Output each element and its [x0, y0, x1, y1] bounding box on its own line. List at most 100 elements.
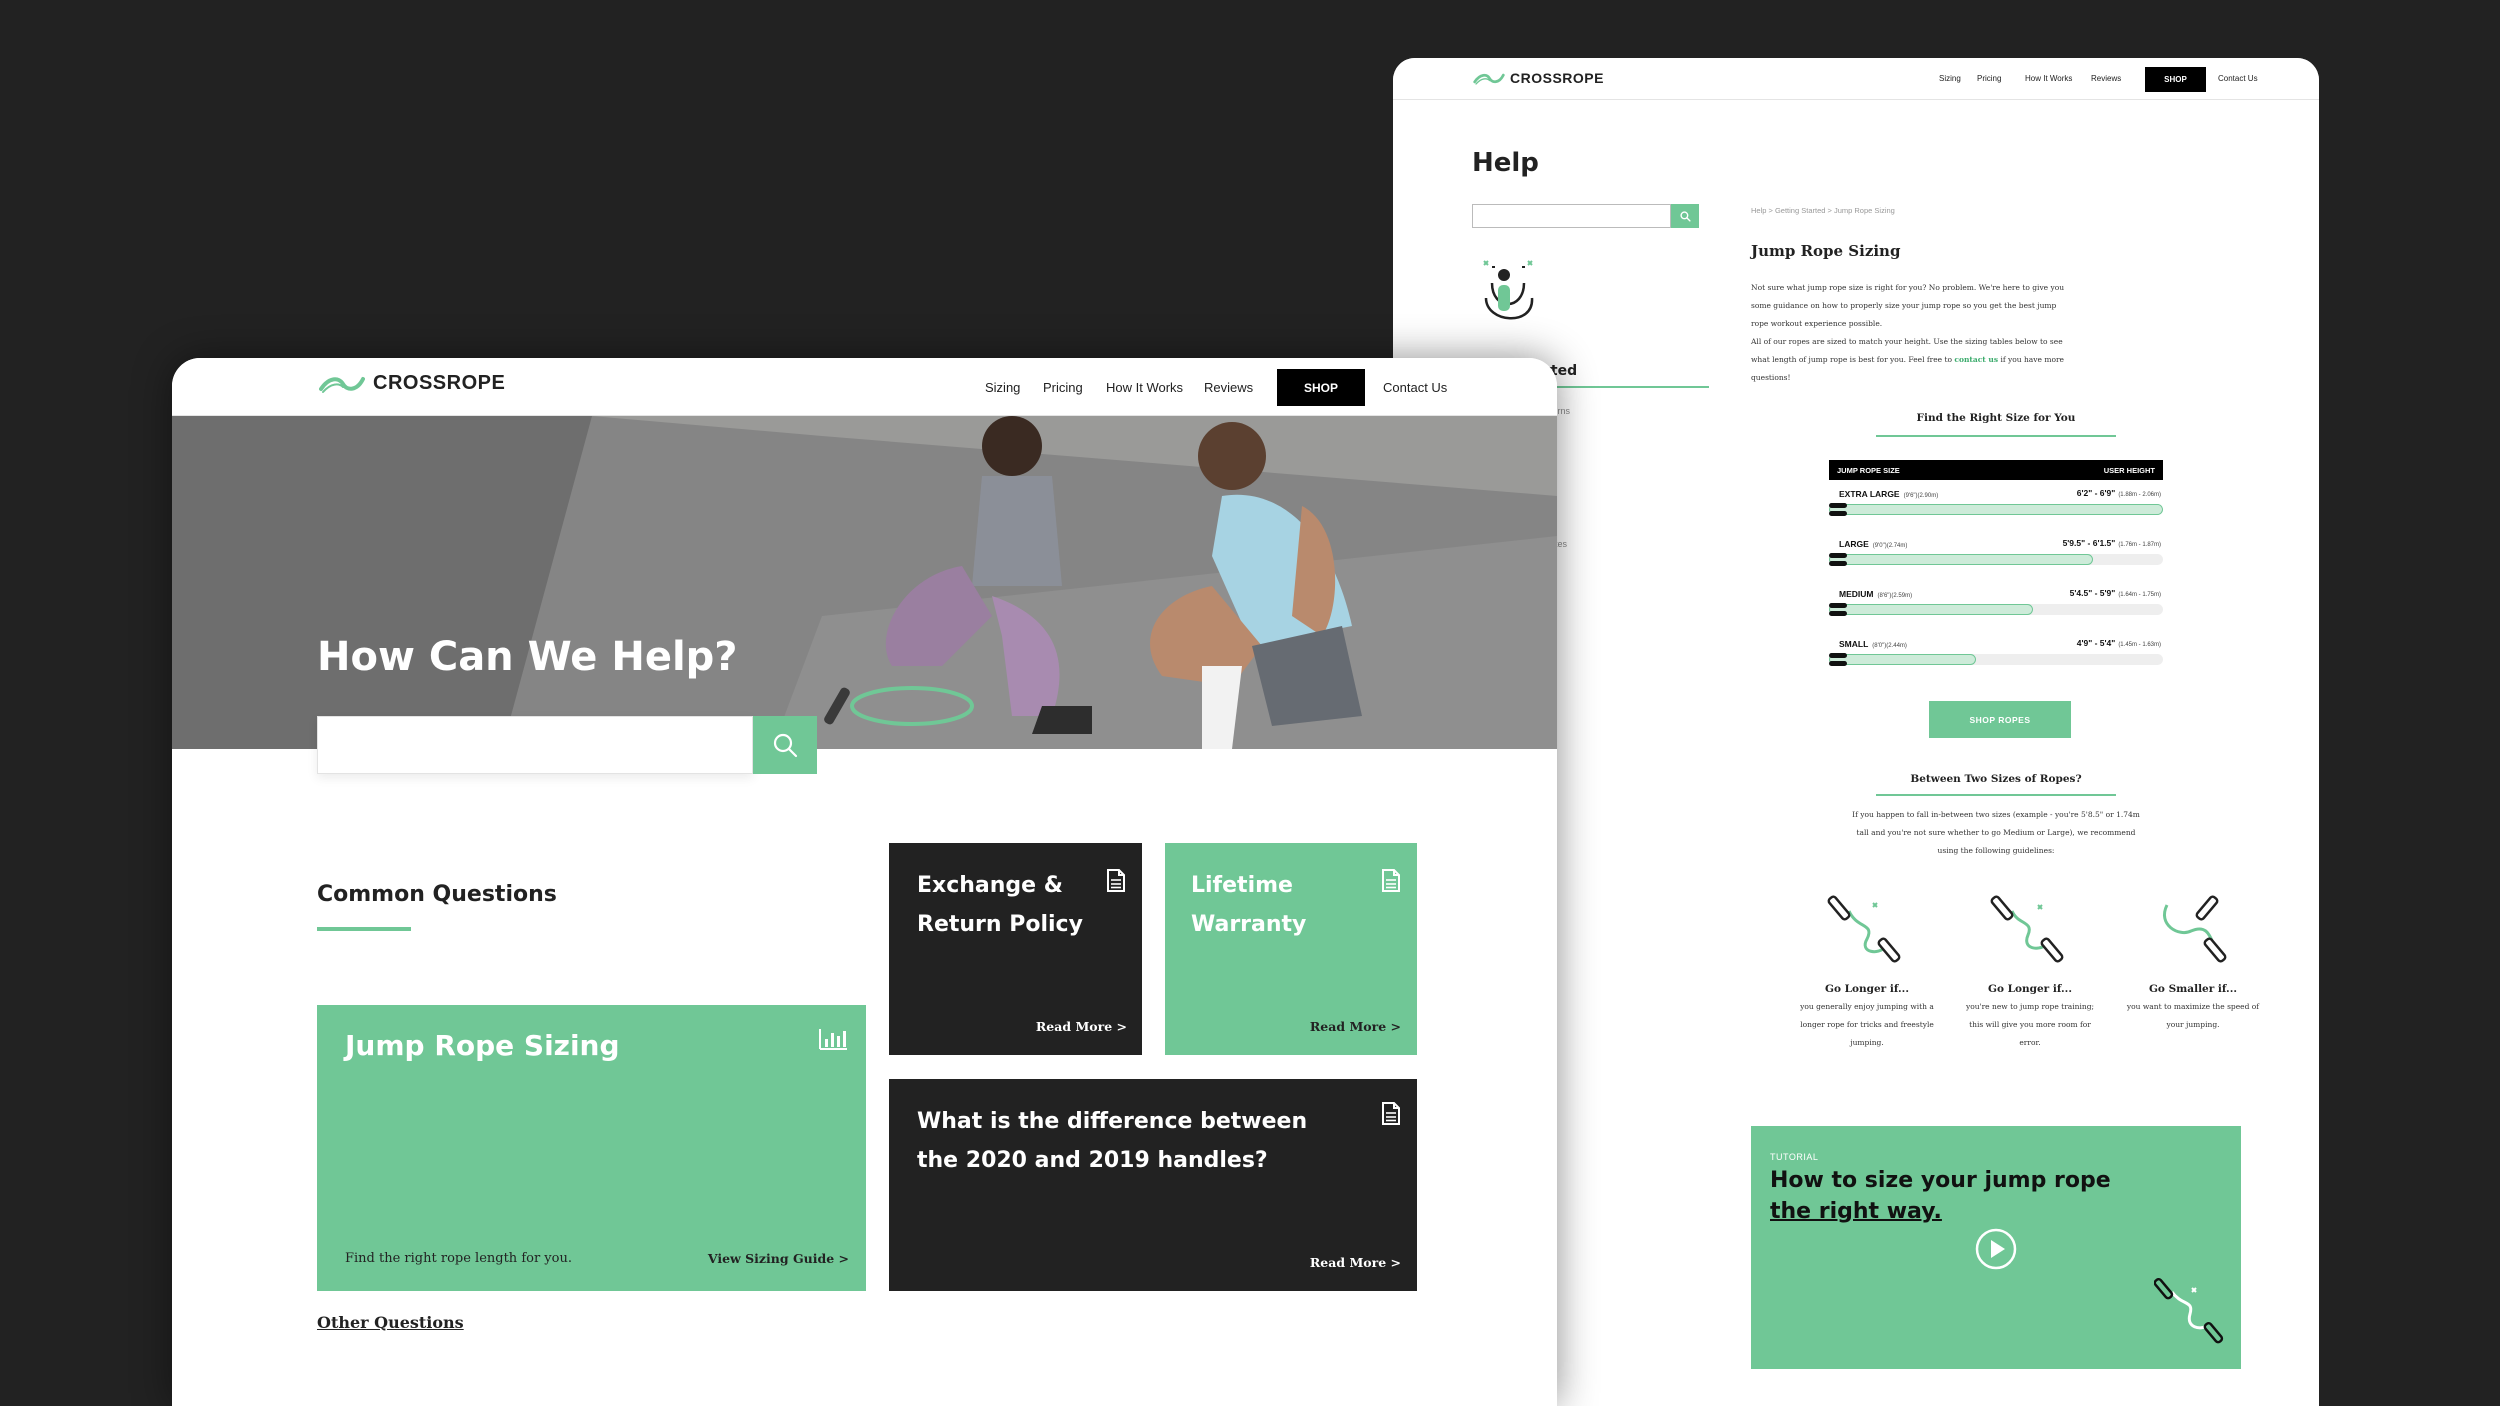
read-more-link[interactable]: Read More >	[1310, 1019, 1401, 1034]
nav-pricing[interactable]: Pricing	[1043, 380, 1083, 395]
warranty-card[interactable]: Lifetime Warranty Read More >	[1165, 843, 1417, 1055]
nav-how-it-works[interactable]: How It Works	[2025, 74, 2072, 83]
shop-ropes-button[interactable]: SHOP ROPES	[1929, 701, 2071, 738]
search-icon	[1679, 210, 1691, 222]
nav-sizing[interactable]: Sizing	[985, 380, 1020, 395]
size-height-metric: (1.64m - 1.75m)	[2118, 592, 2161, 598]
search-button[interactable]	[1671, 204, 1699, 228]
search-input[interactable]	[317, 716, 753, 774]
size-bar-track	[1829, 554, 2163, 565]
size-height-metric: (1.45m - 1.63m)	[2118, 642, 2161, 648]
guide-desc: you're new to jump rope training; this w…	[1965, 1002, 2095, 1047]
card-title: Jump Rope Sizing	[345, 1029, 620, 1062]
size-bar-track	[1829, 604, 2163, 615]
bar-chart-icon	[819, 1029, 847, 1050]
nav-sizing[interactable]: Sizing	[1939, 74, 1961, 83]
tutorial-title: How to size your jump rope the right way…	[1770, 1165, 2130, 1227]
contact-us-link[interactable]: contact us	[1954, 355, 1998, 364]
brand-logo[interactable]: CROSSROPE	[319, 372, 505, 395]
read-more-link[interactable]: Read More >	[1310, 1255, 1401, 1270]
crossrope-logo-icon	[319, 376, 365, 393]
hero-title: How Can We Help?	[317, 634, 738, 680]
tutorial-label: TUTORIAL	[1770, 1152, 1819, 1162]
size-height: 4'9" - 5'4" (1.45m - 1.63m)	[2076, 638, 2161, 648]
size-length: (8'0")(2.44m)	[1872, 643, 1907, 649]
document-icon	[1382, 1102, 1400, 1125]
size-length: (8'6")(2.59m)	[1877, 593, 1913, 599]
article-paragraph: Not sure what jump rope size is right fo…	[1751, 283, 2065, 328]
sizing-card[interactable]: Jump Rope Sizing Find the right rope len…	[317, 1005, 866, 1291]
size-name: MEDIUM (8'6")(2.59m)	[1839, 589, 1913, 599]
guide-title: Go Smaller if...	[2148, 983, 2238, 995]
guide-item: Go Longer if... you generally enjoy jump…	[1797, 891, 1937, 1052]
size-bar-track	[1829, 654, 2163, 665]
size-name: SMALL (8'0")(2.44m)	[1839, 639, 1907, 649]
rope-handle-icon	[1829, 661, 1847, 666]
shop-button[interactable]: SHOP	[2145, 67, 2206, 92]
size-section-title: Find the Right Size for You	[1916, 412, 2076, 424]
size-table: JUMP ROPE SIZE USER HEIGHT EXTRA LARGE (9…	[1829, 460, 2163, 680]
jump-rope-icon	[2163, 895, 2227, 963]
card-title: What is the difference between the 2020 …	[917, 1109, 1308, 1173]
page-title: Help	[1472, 148, 1539, 178]
size-row: SMALL (8'0")(2.44m) 4'9" - 5'4" (1.45m - 1.…	[1829, 630, 2163, 680]
size-bar-track	[1829, 504, 2163, 515]
article-paragraph: All of our ropes are sized to match your…	[1751, 333, 2071, 387]
search-icon	[773, 733, 798, 758]
jump-rope-icon	[2154, 1278, 2224, 1344]
logo-text: CROSSROPE	[1510, 70, 1604, 86]
handles-card[interactable]: What is the difference between the 2020 …	[889, 1079, 1417, 1291]
size-name: LARGE (9'0")(2.74m)	[1839, 539, 1908, 549]
jump-rope-icon	[1990, 895, 2064, 963]
read-more-link[interactable]: Read More >	[1036, 1019, 1127, 1034]
crossrope-logo-icon	[1473, 73, 1505, 85]
size-row: MEDIUM (8'6")(2.59m) 5'4.5" - 5'9" (1.64m -…	[1829, 580, 2163, 630]
search-input[interactable]	[1472, 204, 1671, 228]
nav-reviews[interactable]: Reviews	[2091, 74, 2121, 83]
col-rope-size: JUMP ROPE SIZE	[1837, 465, 1900, 475]
play-icon[interactable]	[1974, 1227, 2018, 1271]
size-height-metric: (1.76m - 1.87m)	[2118, 542, 2161, 548]
size-height-metric: (1.88m - 2.06m)	[2118, 492, 2161, 498]
rope-handle-icon	[1829, 653, 1847, 658]
rope-handle-icon	[1829, 603, 1847, 608]
guide-desc: you generally enjoy jumping with a longe…	[1800, 1002, 1934, 1047]
size-row: EXTRA LARGE (9'6")(2.90m) 6'2" - 6'9" (1.88…	[1829, 480, 2163, 530]
shop-button[interactable]: SHOP	[1277, 369, 1365, 406]
size-table-header: JUMP ROPE SIZE USER HEIGHT	[1829, 460, 2163, 480]
size-bar-fill	[1829, 504, 2163, 515]
nav-contact[interactable]: Contact Us	[1383, 380, 1447, 395]
size-row: LARGE (9'0")(2.74m) 5'9.5" - 6'1.5" (1.76m …	[1829, 530, 2163, 580]
exchange-card[interactable]: Exchange & Return Policy Read More >	[889, 843, 1142, 1055]
nav-contact[interactable]: Contact Us	[2218, 74, 2258, 83]
nav-pricing[interactable]: Pricing	[1977, 74, 2001, 83]
card-title: Exchange & Return Policy	[917, 873, 1083, 937]
article-body: Not sure what jump rope size is right fo…	[1751, 279, 2071, 387]
jump-rope-icon	[1827, 895, 1901, 963]
top-nav: CROSSROPE Sizing Pricing How It Works Re…	[172, 358, 1557, 416]
col-user-height: USER HEIGHT	[2103, 465, 2155, 475]
nav-reviews[interactable]: Reviews	[1204, 380, 1253, 395]
size-name: EXTRA LARGE (9'6")(2.90m)	[1839, 489, 1939, 499]
guide-desc: you want to maximize the speed of your j…	[2126, 1002, 2260, 1029]
tutorial-card[interactable]: TUTORIAL How to size your jump rope the …	[1751, 1126, 2241, 1369]
view-sizing-guide-link[interactable]: View Sizing Guide >	[708, 1251, 849, 1266]
size-length: (9'6")(2.90m)	[1903, 493, 1939, 499]
rope-handle-icon	[1829, 561, 1847, 566]
other-questions-link[interactable]: Other Questions	[317, 1313, 464, 1332]
size-bar-fill	[1829, 654, 1976, 665]
search-button[interactable]	[753, 716, 817, 774]
article-title: Jump Rope Sizing	[1751, 242, 1901, 260]
tutorial-title-line: the right way.	[1770, 1199, 1942, 1224]
guide-title: Go Longer if...	[1825, 983, 1909, 995]
breadcrumb[interactable]: Help > Getting Started > Jump Rope Sizin…	[1751, 206, 1895, 215]
brand-logo[interactable]: CROSSROPE	[1473, 70, 1604, 86]
tutorial-title-line: How to size your jump rope	[1770, 1168, 2111, 1193]
jumper-illustration-icon	[1478, 253, 1548, 338]
size-height: 5'4.5" - 5'9" (1.64m - 1.75m)	[2069, 588, 2161, 598]
nav-how-it-works[interactable]: How It Works	[1106, 380, 1183, 395]
hero-photo	[172, 416, 1557, 749]
guide-item: Go Longer if... you're new to jump rope …	[1960, 891, 2100, 1052]
logo-text: CROSSROPE	[373, 372, 506, 394]
between-sizes-title: Between Two Sizes of Ropes?	[1910, 773, 2082, 785]
